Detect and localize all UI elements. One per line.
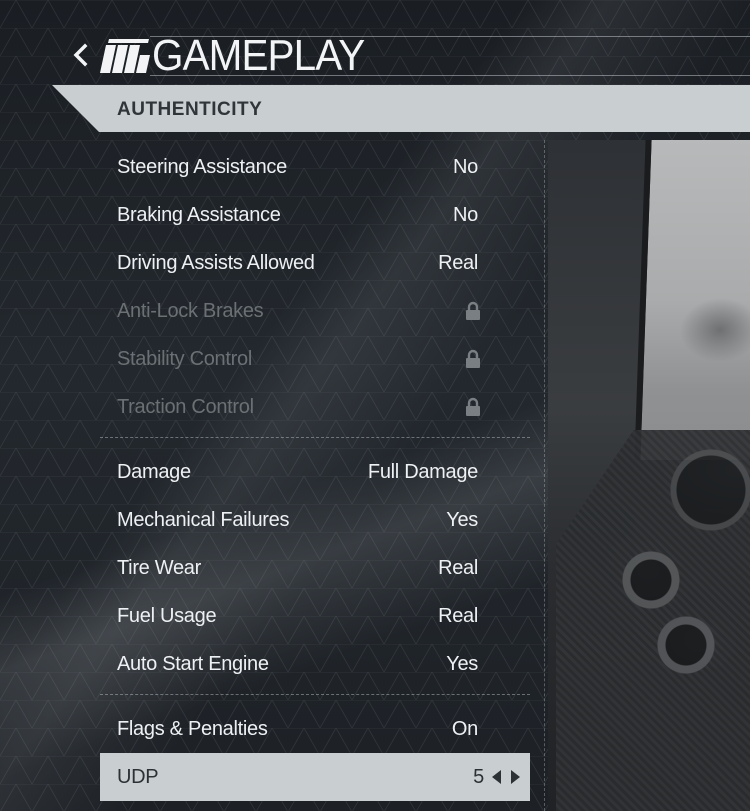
setting-tire-wear[interactable]: Tire Wear Real [100,544,530,592]
setting-value: Yes [446,508,478,531]
header: GAMEPLAY [0,30,750,82]
setting-value: Full Damage [367,460,478,483]
setting-label: Traction Control [117,395,254,418]
setting-value: Real [438,604,478,627]
setting-label: Tire Wear [117,556,201,579]
setting-value: On [451,717,478,740]
setting-braking-assistance[interactable]: Braking Assistance No [100,191,530,239]
page-title: GAMEPLAY [152,31,365,80]
setting-value: Real [438,556,478,579]
setting-label: Flags & Penalties [117,717,268,740]
setting-flags-penalties[interactable]: Flags & Penalties On [100,705,530,753]
lock-icon [466,349,480,368]
setting-label: Auto Start Engine [117,652,269,675]
setting-label: UDP [117,765,159,788]
arrow-left-icon[interactable] [488,767,504,787]
settings-list: Steering Assistance No Braking Assistanc… [100,143,530,801]
group-separator [100,694,530,695]
section-tab-label: AUTHENTICITY [117,99,263,120]
lock-icon [466,301,480,320]
setting-value: Yes [446,652,478,675]
chevron-left-icon[interactable] [70,42,92,68]
setting-traction-control: Traction Control [100,383,530,431]
setting-anti-lock-brakes: Anti-Lock Brakes [100,287,530,335]
setting-mechanical-failures[interactable]: Mechanical Failures Yes [100,496,530,544]
setting-label: Mechanical Failures [117,508,290,531]
setting-value: No [453,203,478,226]
arrow-right-icon[interactable] [508,767,524,787]
striped-logo-icon [100,39,150,73]
setting-label: Damage [117,460,191,483]
setting-steering-assistance[interactable]: Steering Assistance No [100,143,530,191]
setting-label: Braking Assistance [117,203,281,226]
windshield-view [634,140,750,460]
setting-label: Stability Control [117,347,252,370]
setting-value: 5 [473,765,484,788]
setting-fuel-usage[interactable]: Fuel Usage Real [100,592,530,640]
setting-damage[interactable]: Damage Full Damage [100,448,530,496]
setting-auto-start-engine[interactable]: Auto Start Engine Yes [100,640,530,688]
setting-label: Steering Assistance [117,155,287,178]
setting-stability-control: Stability Control [100,335,530,383]
lock-icon [466,397,480,416]
setting-udp[interactable]: UDP 5 [100,753,530,801]
setting-driving-assists-allowed[interactable]: Driving Assists Allowed Real [100,239,530,287]
setting-label: Fuel Usage [117,604,217,627]
setting-value: Real [438,251,478,274]
value-stepper: 5 [473,766,524,789]
setting-value: No [453,155,478,178]
setting-label: Anti-Lock Brakes [117,299,264,322]
group-separator [100,437,530,438]
vertical-divider [544,140,545,811]
setting-label: Driving Assists Allowed [117,251,315,274]
